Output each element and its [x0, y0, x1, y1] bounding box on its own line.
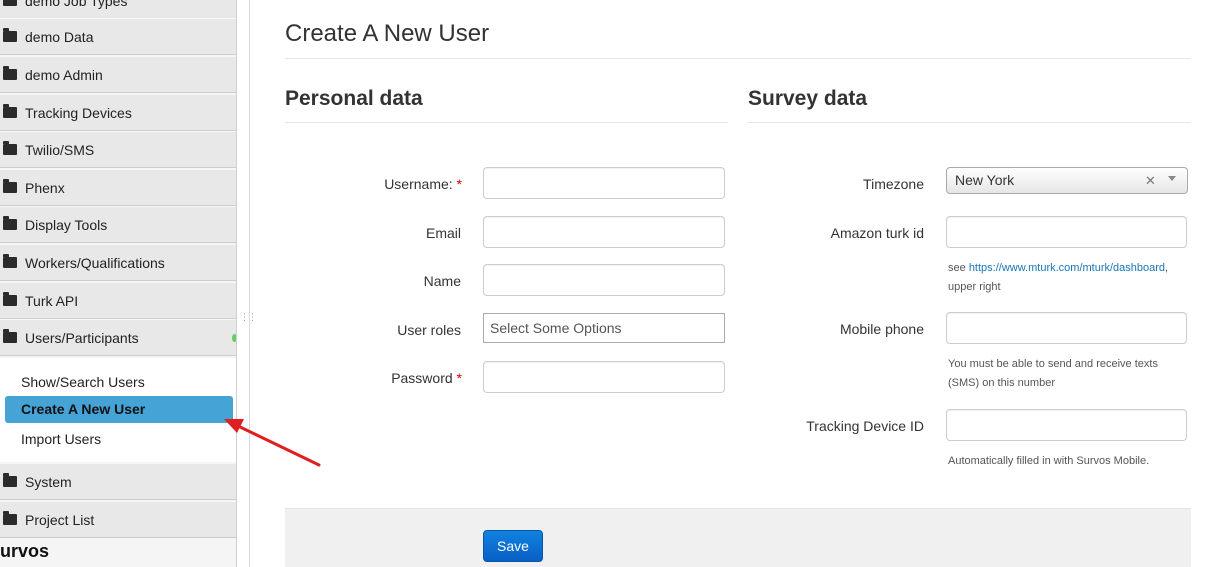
sidebar-item-turk-api[interactable]: Turk API	[0, 282, 236, 319]
name-label: Name	[423, 273, 461, 289]
chevron-down-icon[interactable]	[1168, 176, 1176, 181]
personal-data-divider	[285, 122, 728, 123]
username-label-text: Username:	[384, 176, 453, 192]
folder-icon	[3, 215, 17, 230]
mobile-phone-help: You must be able to send and receive tex…	[948, 355, 1158, 393]
sidebar-item-demo-data[interactable]: demo Data	[0, 18, 236, 55]
sidebar-item-label: Display Tools	[25, 216, 108, 233]
sidebar-item-project-list[interactable]: Project List	[0, 501, 236, 538]
sidebar-item-system[interactable]: System	[0, 463, 236, 500]
sidebar-item-label: demo Data	[25, 28, 94, 45]
folder-icon	[3, 328, 17, 343]
folder-icon	[3, 103, 17, 118]
user-roles-select[interactable]: Select Some Options	[483, 313, 725, 343]
personal-data-heading: Personal data	[285, 87, 423, 110]
folder-icon	[3, 27, 17, 42]
timezone-label: Timezone	[863, 176, 924, 192]
sidebar: demo Job Types demo Data demo Admin Trac…	[0, 0, 237, 567]
folder-icon	[3, 178, 17, 193]
amazon-turk-help: see https://www.mturk.com/mturk/dashboar…	[948, 259, 1168, 297]
sidebar-item-label: System	[25, 473, 72, 490]
email-label: Email	[425, 225, 461, 241]
password-label: Password *	[391, 370, 462, 386]
sidebar-item-label: Workers/Qualifications	[25, 254, 165, 271]
name-field[interactable]	[483, 264, 725, 296]
amazon-turk-id-field[interactable]	[946, 216, 1187, 248]
tracking-device-id-label: Tracking Device ID	[806, 418, 924, 434]
sidebar-item-users-participants[interactable]: Users/Participants	[0, 319, 236, 356]
folder-icon	[3, 472, 17, 487]
sidebar-item-label: demo Job Types	[25, 0, 128, 9]
sidebar-item-label: demo Admin	[25, 66, 103, 83]
save-button[interactable]: Save	[483, 530, 543, 562]
sidebar-item-label: Users/Participants	[25, 329, 139, 346]
sidebar-item-label: Phenx	[25, 179, 65, 196]
sidebar-item-label: Twilio/SMS	[25, 141, 95, 158]
amazon-turk-id-label: Amazon turk id	[830, 225, 924, 241]
users-subnav: Show/Search Users Create A New User Impo…	[0, 358, 236, 462]
folder-icon	[3, 140, 17, 155]
form-actions-bar	[285, 508, 1191, 567]
sidebar-item-label: Project List	[25, 511, 95, 528]
help-text: see	[948, 262, 966, 274]
subnav-create-new-user[interactable]: Create A New User	[5, 396, 233, 423]
folder-icon	[3, 510, 17, 525]
user-roles-label: User roles	[397, 322, 461, 338]
folder-icon	[3, 291, 17, 306]
subnav-show-search-users[interactable]: Show/Search Users	[21, 374, 145, 390]
username-label: Username: *	[384, 176, 462, 192]
help-text: ,	[1165, 262, 1169, 274]
sidebar-item-phenx[interactable]: Phenx	[0, 169, 236, 206]
survey-data-heading: Survey data	[748, 87, 868, 110]
password-field[interactable]	[483, 361, 725, 393]
page-title: Create A New User	[285, 20, 490, 47]
mturk-dashboard-link[interactable]: https://www.mturk.com/mturk/dashboard	[969, 262, 1165, 274]
help-text: (SMS) on this number	[948, 377, 1055, 389]
password-label-text: Password	[391, 370, 453, 386]
subnav-import-users[interactable]: Import Users	[21, 431, 101, 447]
drag-handle-icon[interactable]: ⋮⋮	[240, 313, 257, 322]
mobile-phone-field[interactable]	[946, 312, 1187, 344]
sidebar-item-twilio-sms[interactable]: Twilio/SMS	[0, 131, 236, 168]
sidebar-item-demo-admin[interactable]: demo Admin	[0, 56, 236, 93]
required-marker: *	[456, 370, 462, 386]
folder-icon	[3, 0, 17, 6]
title-divider	[285, 58, 1191, 59]
sidebar-item-demo-job-types[interactable]: demo Job Types	[0, 0, 236, 19]
brand-name: urvos	[0, 541, 50, 561]
sidebar-item-label: Tracking Devices	[25, 104, 132, 121]
email-field[interactable]	[483, 216, 725, 248]
mobile-phone-label: Mobile phone	[839, 321, 924, 337]
clear-selection-icon[interactable]: ✕	[1145, 173, 1156, 189]
sidebar-item-label: Turk API	[25, 292, 79, 309]
sidebar-item-display-tools[interactable]: Display Tools	[0, 206, 236, 243]
sidebar-item-tracking-devices[interactable]: Tracking Devices	[0, 94, 236, 131]
tracking-device-help: Automatically filled in with Survos Mobi…	[948, 455, 1150, 467]
sidebar-splitter[interactable]	[237, 0, 250, 567]
folder-icon	[3, 65, 17, 80]
tracking-device-id-field[interactable]	[946, 409, 1187, 441]
required-marker: *	[456, 176, 462, 192]
help-text: You must be able to send and receive tex…	[948, 358, 1158, 370]
username-field[interactable]	[483, 167, 725, 199]
help-text: upper right	[948, 281, 1001, 293]
folder-icon	[3, 253, 17, 268]
sidebar-item-workers-qualifications[interactable]: Workers/Qualifications	[0, 244, 236, 281]
survey-data-divider	[748, 122, 1191, 123]
